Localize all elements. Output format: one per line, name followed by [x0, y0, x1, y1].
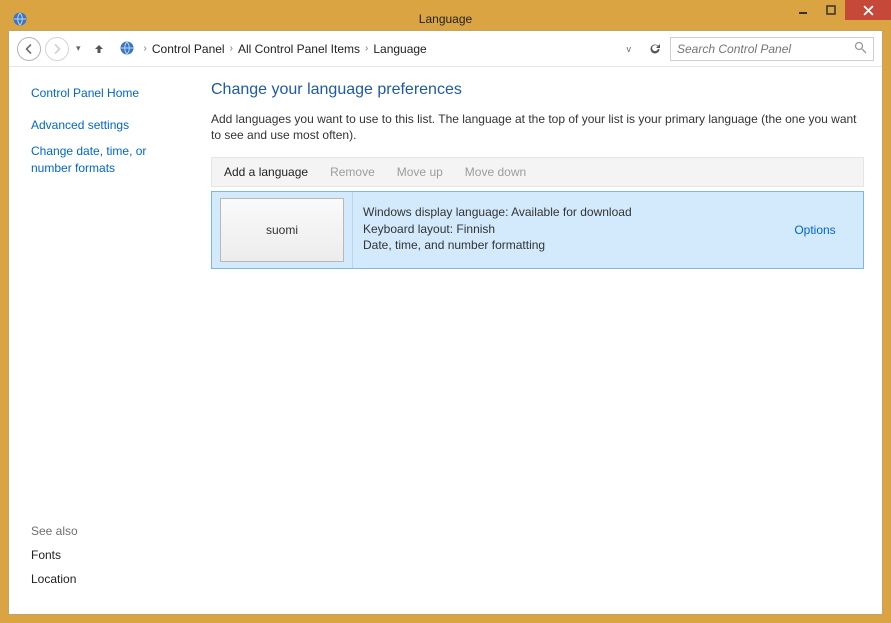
language-app-icon: [12, 11, 28, 27]
search-icon: [854, 41, 867, 57]
see-also-fonts-link[interactable]: Fonts: [31, 548, 181, 562]
page-heading: Change your language preferences: [211, 81, 864, 99]
chevron-right-icon[interactable]: ›: [139, 43, 152, 54]
move-up-button[interactable]: Move up: [397, 165, 443, 179]
display-language-status: Windows display language: Available for …: [363, 204, 757, 220]
language-name-cell: suomi: [212, 192, 352, 268]
options-link[interactable]: Options: [794, 223, 835, 237]
language-name: suomi: [266, 223, 298, 237]
address-breadcrumb[interactable]: › Control Panel › All Control Panel Item…: [114, 37, 640, 61]
search-box[interactable]: [670, 37, 874, 61]
history-dropdown-icon[interactable]: ▾: [73, 43, 84, 54]
address-dropdown-icon[interactable]: v: [623, 44, 636, 54]
language-path-icon: [119, 40, 137, 58]
keyboard-layout: Keyboard layout: Finnish: [363, 221, 757, 237]
main-panel: Change your language preferences Add lan…: [193, 67, 882, 614]
titlebar[interactable]: Language: [8, 8, 883, 30]
see-also-section: See also Fonts Location: [31, 524, 181, 602]
language-tile[interactable]: suomi: [220, 198, 344, 262]
sidebar: Control Panel Home Advanced settings Cha…: [9, 67, 193, 614]
minimize-button[interactable]: [789, 0, 817, 20]
command-bar: Add a language Remove Move up Move down: [211, 157, 864, 187]
maximize-button[interactable]: [817, 0, 845, 20]
chevron-right-icon[interactable]: ›: [360, 43, 373, 54]
move-down-button[interactable]: Move down: [465, 165, 526, 179]
advanced-settings-link[interactable]: Advanced settings: [31, 117, 181, 133]
remove-button[interactable]: Remove: [330, 165, 375, 179]
content-body: Control Panel Home Advanced settings Cha…: [9, 67, 882, 614]
client-area: ▾ › Control Panel › All Control Panel It…: [8, 30, 883, 615]
language-details: Windows display language: Available for …: [352, 192, 767, 268]
window-frame: Language ▾: [0, 0, 891, 623]
back-button[interactable]: [17, 37, 41, 61]
breadcrumb-item[interactable]: All Control Panel Items: [238, 42, 360, 56]
close-button[interactable]: [845, 0, 891, 20]
breadcrumb-item[interactable]: Language: [373, 42, 426, 56]
window-title: Language: [8, 12, 883, 26]
add-language-button[interactable]: Add a language: [224, 165, 308, 179]
language-row[interactable]: suomi Windows display language: Availabl…: [212, 192, 863, 268]
nav-row: ▾ › Control Panel › All Control Panel It…: [9, 31, 882, 67]
breadcrumb-item[interactable]: Control Panel: [152, 42, 225, 56]
search-input[interactable]: [677, 42, 854, 56]
up-button[interactable]: [88, 38, 110, 60]
control-panel-home-link[interactable]: Control Panel Home: [31, 85, 181, 101]
page-description: Add languages you want to use to this li…: [211, 111, 864, 143]
language-options-cell: Options: [767, 192, 863, 268]
change-date-formats-link[interactable]: Change date, time, or number formats: [31, 143, 181, 175]
forward-button[interactable]: [45, 37, 69, 61]
date-formatting: Date, time, and number formatting: [363, 237, 757, 253]
refresh-button[interactable]: [644, 38, 666, 60]
language-list: suomi Windows display language: Availabl…: [211, 191, 864, 269]
see-also-title: See also: [31, 524, 181, 538]
window-buttons: [789, 0, 891, 20]
chevron-right-icon[interactable]: ›: [225, 43, 238, 54]
see-also-location-link[interactable]: Location: [31, 572, 181, 586]
